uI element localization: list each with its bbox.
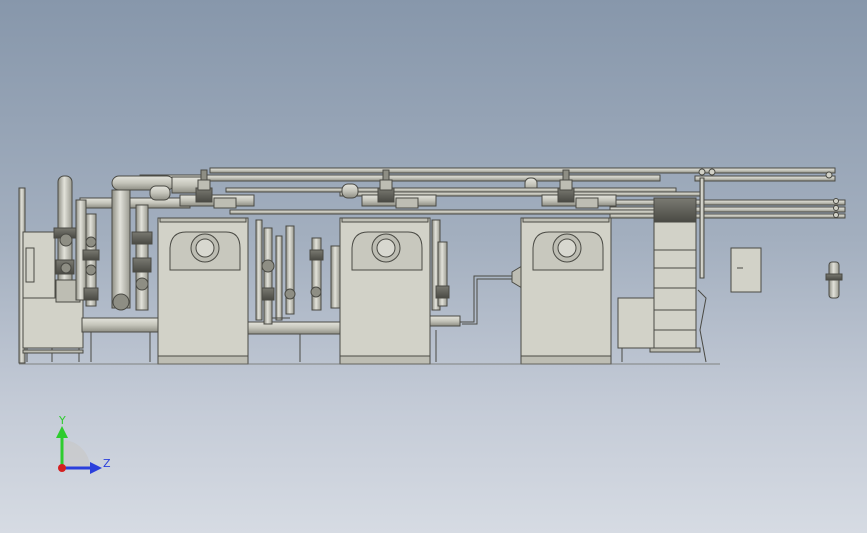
triad-plane [62,440,90,468]
boiler-3 [520,169,617,365]
top-header-pipes [79,167,846,219]
right-equipment [617,168,843,363]
triad-z-label: Z [103,457,111,470]
boiler-room-model[interactable] [0,0,867,533]
triad-origin [58,464,66,472]
view-triad[interactable] [56,426,102,474]
triad-y-label: Y [59,414,66,427]
triad-y-arrow [56,426,68,438]
boiler-2 [339,169,450,365]
cad-viewport[interactable]: Y Z [0,0,867,533]
pump-group [255,219,341,325]
triad-z-arrow [90,462,102,474]
